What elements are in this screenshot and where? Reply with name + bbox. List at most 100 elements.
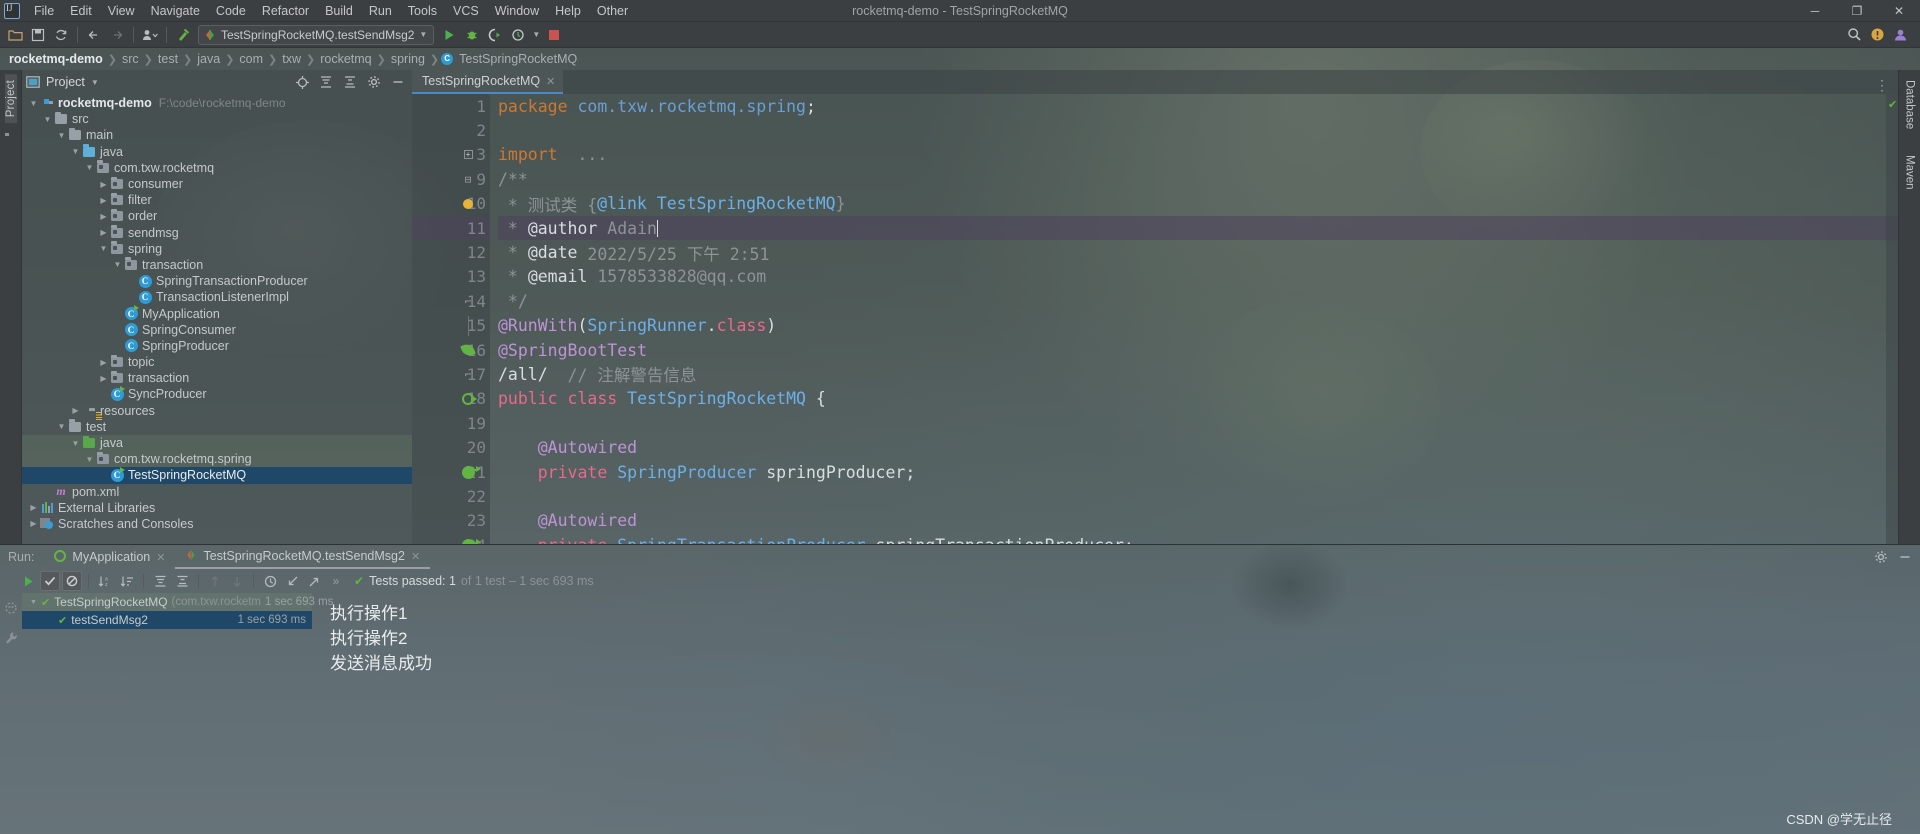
test-row-testsendmsg2[interactable]: ✔ testSendMsg2 1 sec 693 ms (22, 611, 312, 629)
menu-code[interactable]: Code (208, 2, 254, 20)
expand-all-icon[interactable] (150, 571, 170, 591)
code-line-19[interactable] (498, 411, 1898, 435)
close-icon[interactable]: ✕ (156, 551, 165, 564)
debug-icon[interactable] (461, 24, 483, 46)
chevron-down-icon[interactable]: ▼ (419, 30, 427, 39)
run-tool-window[interactable]: Run: MyApplication ✕ TestSpringRocketMQ.te… (0, 544, 1920, 834)
gutter-line-15[interactable]: 15 (412, 314, 490, 338)
code-line-1[interactable]: package com.txw.rocketmq.spring; (498, 94, 1898, 118)
chevron-right-icon[interactable]: ▶ (98, 196, 109, 205)
chevron-down-icon[interactable]: ▼ (56, 422, 67, 431)
chevron-down-icon[interactable]: ▼ (112, 260, 123, 269)
chevron-right-icon[interactable]: ▶ (98, 228, 109, 237)
editor-gutter[interactable]: 123+9⊟1011121314⌐151617⌐18192021222324 (412, 94, 490, 544)
tab-TestSpringRocketMQ[interactable]: TestSpringRocketMQ ✕ (412, 70, 564, 94)
menu-edit[interactable]: Edit (62, 2, 100, 20)
tree-item-transaction[interactable]: ▶ transaction (22, 370, 412, 386)
sidebar-item-project[interactable]: Project (4, 74, 17, 124)
tree-item-java[interactable]: ▼ java (22, 434, 412, 452)
chevron-down-icon[interactable]: ▼ (530, 24, 542, 46)
chevron-down-icon[interactable]: ▼ (98, 244, 109, 253)
chevron-down-icon[interactable]: ▼ (30, 599, 37, 606)
chevron-right-icon[interactable]: ▶ (98, 358, 109, 367)
run-with-coverage-icon[interactable] (484, 24, 506, 46)
sync-icon[interactable] (50, 24, 72, 46)
test-history-icon[interactable] (260, 571, 280, 591)
window-controls[interactable]: ─ ❐ ✕ (1794, 0, 1920, 22)
export-tests-icon[interactable] (304, 571, 324, 591)
import-tests-icon[interactable] (282, 571, 302, 591)
code-line-11[interactable]: * @author Adain (498, 215, 1898, 241)
gutter-line-17[interactable]: 17 ⌐ (412, 362, 490, 386)
sort-by-duration-icon[interactable] (117, 571, 137, 591)
fold-plus-icon[interactable]: + (458, 150, 478, 160)
open-folder-icon[interactable] (4, 24, 26, 46)
menu-bar[interactable]: File Edit View Navigate Code Refactor Build Run… (26, 2, 636, 20)
gutter-line-14[interactable]: 14 ⌐ (412, 289, 490, 313)
test-row-testspringrocketmq[interactable]: ▼ ✔ TestSpringRocketMQ (com.txw.rocketm 1 se… (22, 593, 333, 611)
code-content[interactable]: package com.txw.rocketmq.spring; import .… (490, 94, 1898, 544)
sidebar-item-database[interactable]: Database (1904, 74, 1916, 135)
code-line-24[interactable]: private SpringTransactionProducer spring… (498, 533, 1898, 544)
menu-navigate[interactable]: Navigate (143, 2, 208, 20)
console-output[interactable]: 执行操作1 执行操作2 发送消息成功 (312, 593, 1920, 834)
collapse-all-icon[interactable] (340, 72, 360, 92)
menu-window[interactable]: Window (487, 2, 547, 20)
run-test-icon[interactable] (458, 392, 478, 405)
tree-item-java[interactable]: ▼ java (22, 144, 412, 160)
gutter-line-12[interactable]: 12 (412, 240, 490, 264)
tree-item-com-txw-rocketmq[interactable]: ▼ com.txw.rocketmq (22, 160, 412, 176)
tree-item-test[interactable]: ▼ test (22, 419, 412, 435)
menu-help[interactable]: Help (547, 2, 589, 20)
menu-build[interactable]: Build (317, 2, 361, 20)
code-editor[interactable]: 123+9⊟1011121314⌐151617⌐18192021222324 p… (412, 94, 1898, 544)
test-runner-toolbar[interactable]: az » ✔ Tests passed: 1 of 1 test – 1 sec… (0, 569, 1920, 593)
gutter-line-11[interactable]: 11 (412, 215, 490, 241)
inspection-marker-strip[interactable]: ✔ (1886, 94, 1898, 544)
run-side-rail[interactable] (0, 593, 22, 834)
build-hammer-icon[interactable] (172, 24, 194, 46)
tree-item-scratches-and-consoles[interactable]: ▶ Scratches and Consoles (22, 516, 412, 532)
tree-item-syncproducer[interactable]: C SyncProducer (22, 385, 412, 402)
chevron-down-icon[interactable]: ▼ (84, 163, 95, 172)
gutter-line-1[interactable]: 1 (412, 94, 490, 118)
chevron-right-icon[interactable]: ▶ (98, 374, 109, 383)
close-icon[interactable]: ✕ (411, 550, 420, 563)
tree-item-pom-xml[interactable]: m pom.xml (22, 484, 412, 500)
chevron-down-icon[interactable]: ▼ (84, 455, 95, 464)
chevron-down-icon[interactable]: ▼ (70, 439, 81, 448)
chevron-right-icon[interactable]: ▶ (70, 406, 81, 415)
breadcrumb[interactable]: rocketmq-demo ❯ src ❯ test ❯ java ❯ com ❯ txw ❯ rock… (0, 48, 1920, 70)
bulb-icon[interactable] (458, 198, 478, 209)
gutter-line-22[interactable]: 22 (412, 484, 490, 508)
gutter-line-2[interactable]: 2 (412, 118, 490, 142)
gutter-line-19[interactable]: 19 (412, 411, 490, 435)
gutter-line-18[interactable]: 18 (412, 387, 490, 411)
breadcrumb-item-rocketmq-demo[interactable]: rocketmq-demo (6, 52, 106, 66)
menu-view[interactable]: View (100, 2, 143, 20)
code-line-2[interactable] (498, 118, 1898, 142)
rerun-icon[interactable] (18, 571, 38, 591)
code-line-22[interactable] (498, 484, 1898, 508)
locate-file-icon[interactable] (292, 72, 312, 92)
tree-item-rocketmq-demo[interactable]: ▼ rocketmq-demo F:\code\rocketmq-demo (22, 95, 412, 111)
stop-icon[interactable] (543, 24, 565, 46)
code-line-16[interactable]: @SpringBootTest (498, 338, 1898, 362)
code-line-13[interactable]: * @email 1578533828@qq.com (498, 265, 1898, 289)
tree-item-filter[interactable]: ▶ filter (22, 192, 412, 208)
code-line-20[interactable]: @Autowired (498, 435, 1898, 459)
editor-options-icon[interactable]: ⋮ (1875, 77, 1898, 94)
tree-item-myapplication[interactable]: C MyApplication (22, 305, 412, 321)
tree-item-springconsumer[interactable]: C SpringConsumer (22, 322, 412, 338)
save-icon[interactable] (27, 24, 49, 46)
chevron-right-icon[interactable]: ▶ (28, 519, 39, 528)
chevron-right-icon[interactable]: ▶ (98, 212, 109, 221)
project-tool-window[interactable]: Project ▼ ▼ rocketmq-demo F:\code\rocket… (22, 70, 412, 544)
run-method-icon[interactable] (458, 538, 481, 544)
account-icon[interactable] (1893, 27, 1908, 42)
breadcrumb-item-com[interactable]: com (236, 52, 266, 66)
close-icon[interactable]: ✕ (546, 75, 555, 88)
breadcrumb-item-src[interactable]: src (119, 52, 142, 66)
tree-item-transactionlistenerimpl[interactable]: C TransactionListenerImpl (22, 289, 412, 305)
test-results-tree[interactable]: ▼ ✔ TestSpringRocketMQ (com.txw.rocketm 1 se… (22, 593, 333, 834)
